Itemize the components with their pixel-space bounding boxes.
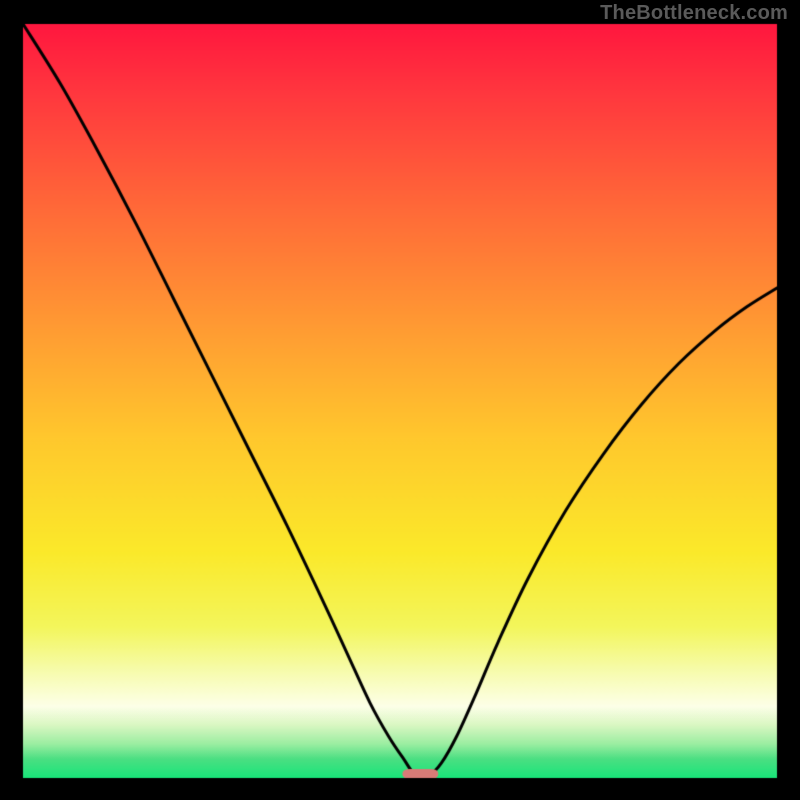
chart-container: TheBottleneck.com	[0, 0, 800, 800]
watermark-text: TheBottleneck.com	[600, 2, 788, 25]
bottleneck-chart-canvas	[0, 0, 800, 800]
